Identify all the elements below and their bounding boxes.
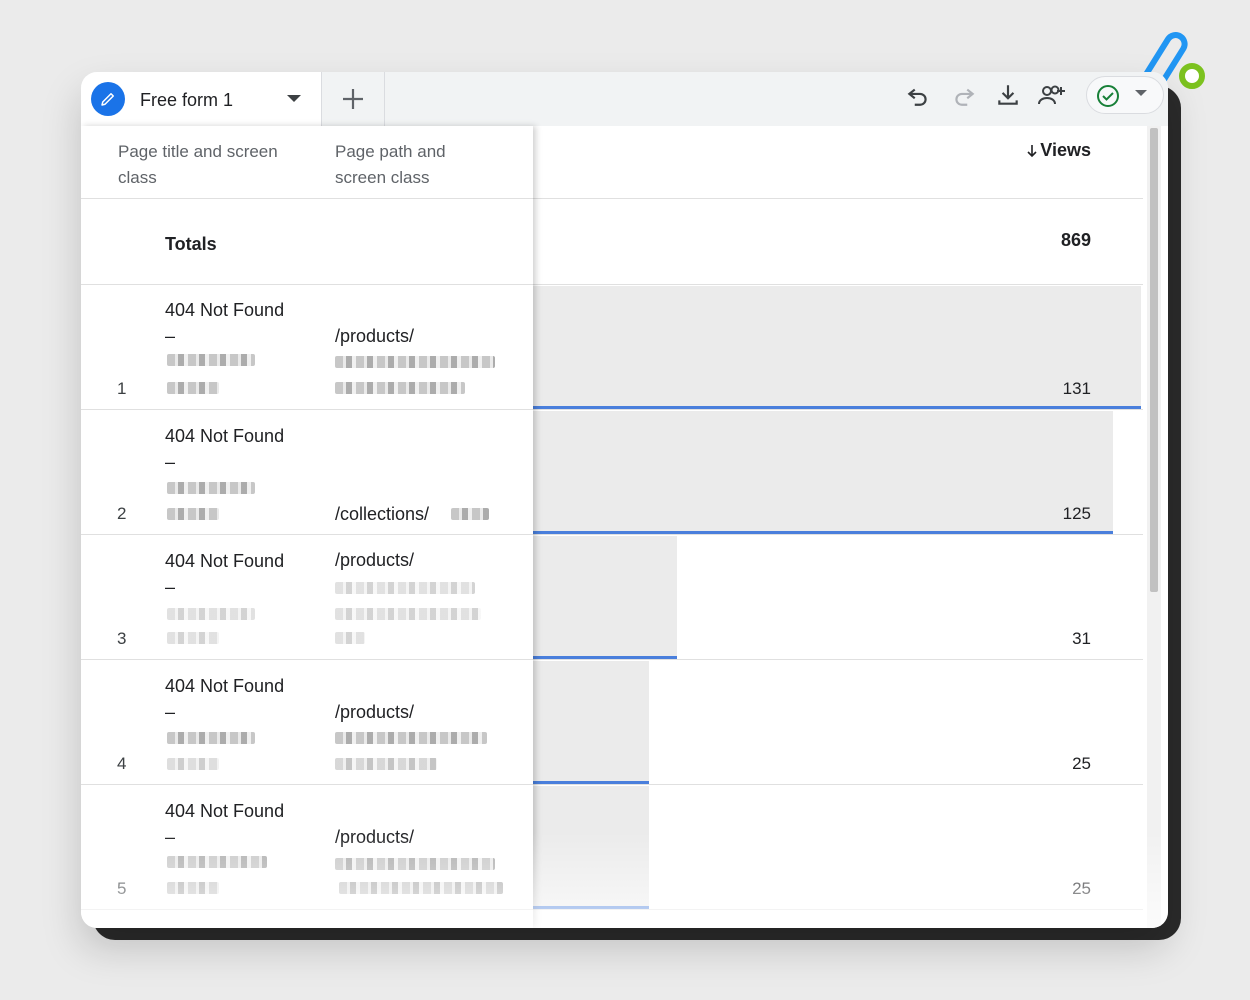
row-index: 3 xyxy=(117,629,127,648)
row-title-dash: – xyxy=(165,577,176,597)
divider xyxy=(533,534,1143,535)
metric-column: Views 869 131 125 31 25 25 xyxy=(533,126,1143,928)
redacted-text xyxy=(335,356,495,368)
row-views-value: 125 xyxy=(1062,504,1091,523)
arrow-down-icon xyxy=(1027,144,1037,157)
redacted-text xyxy=(335,858,495,870)
scroll-thumb[interactable] xyxy=(1150,128,1158,592)
chevron-down-icon[interactable] xyxy=(287,95,301,102)
tab-free-form-1[interactable]: Free form 1 xyxy=(81,72,321,126)
row-title-dash: – xyxy=(165,452,176,472)
redacted-text xyxy=(335,382,465,394)
redacted-text xyxy=(335,732,487,744)
redacted-text xyxy=(335,632,365,644)
save-status-button[interactable] xyxy=(1086,76,1164,114)
redacted-text xyxy=(167,608,255,620)
column-header-views[interactable]: Views xyxy=(1026,140,1091,161)
views-bar-fill xyxy=(533,411,1113,532)
row-title-dash: – xyxy=(165,326,176,346)
redacted-text xyxy=(335,582,475,594)
row-index: 4 xyxy=(117,754,127,773)
divider xyxy=(533,284,1143,285)
dimension-columns: Page title and screen class Page path an… xyxy=(81,126,533,928)
divider xyxy=(81,659,533,660)
row-path[interactable]: /products/ xyxy=(335,550,414,571)
redacted-text xyxy=(167,882,219,894)
divider xyxy=(81,198,533,199)
redacted-text xyxy=(167,856,267,868)
chevron-down-icon[interactable] xyxy=(1135,90,1147,96)
download-icon[interactable] xyxy=(993,80,1023,110)
redacted-text xyxy=(339,882,503,894)
divider xyxy=(533,659,1143,660)
views-bar-fill xyxy=(533,286,1141,407)
divider xyxy=(81,784,533,785)
redacted-text xyxy=(167,354,255,366)
column-header-page-title[interactable]: Page title and screen class xyxy=(118,139,308,191)
divider xyxy=(81,534,533,535)
row-path[interactable]: /products/ xyxy=(335,827,414,848)
views-bar-fill xyxy=(533,536,677,657)
redacted-text xyxy=(335,758,437,770)
check-circle-icon xyxy=(1097,85,1119,107)
row-title-dash: – xyxy=(165,702,176,722)
row-views-value: 25 xyxy=(1072,754,1091,773)
tab-bar: Free form 1 xyxy=(81,72,1168,126)
pencil-icon[interactable] xyxy=(91,82,125,116)
redacted-text xyxy=(335,608,481,620)
row-title: 404 Not Found xyxy=(165,551,285,571)
divider xyxy=(81,284,533,285)
redacted-text xyxy=(167,632,219,644)
vertical-scrollbar[interactable] xyxy=(1147,126,1161,928)
totals-value: 869 xyxy=(1060,230,1091,250)
explorer-card: Free form 1 Page title and screen class … xyxy=(81,72,1168,928)
row-title: 404 Not Found xyxy=(165,801,285,821)
row-views-value: 31 xyxy=(1072,629,1091,648)
share-icon[interactable] xyxy=(1037,80,1067,110)
row-index: 2 xyxy=(117,504,127,523)
row-title-dash: – xyxy=(165,827,176,847)
divider xyxy=(81,409,533,410)
redacted-text xyxy=(167,758,219,770)
divider xyxy=(81,909,533,910)
column-header-page-path[interactable]: Page path and screen class xyxy=(335,139,495,191)
row-title: 404 Not Found xyxy=(165,676,285,696)
divider xyxy=(533,198,1143,199)
divider xyxy=(533,909,1143,910)
plus-icon xyxy=(343,89,363,109)
divider xyxy=(533,409,1143,410)
redacted-text xyxy=(167,732,255,744)
row-index: 5 xyxy=(117,879,127,898)
row-path[interactable]: /collections/ xyxy=(335,504,429,525)
add-tab-button[interactable] xyxy=(321,72,385,126)
row-title: 404 Not Found xyxy=(165,426,285,446)
row-title: 404 Not Found xyxy=(165,300,285,320)
redacted-text xyxy=(167,482,255,494)
redacted-text xyxy=(167,382,219,394)
views-header-label: Views xyxy=(1040,140,1091,160)
redo-icon[interactable] xyxy=(949,80,979,110)
views-bar-fill xyxy=(533,661,649,782)
row-index: 1 xyxy=(117,379,127,398)
divider xyxy=(533,784,1143,785)
totals-label: Totals xyxy=(165,234,217,254)
views-bar-fill xyxy=(533,786,649,907)
row-path[interactable]: /products/ xyxy=(335,702,414,723)
row-path[interactable]: /products/ xyxy=(335,326,414,347)
undo-icon[interactable] xyxy=(903,80,933,110)
redacted-text xyxy=(167,508,219,520)
row-views-value: 131 xyxy=(1062,379,1091,398)
tab-label: Free form 1 xyxy=(140,90,234,110)
redacted-text xyxy=(451,508,489,520)
row-views-value: 25 xyxy=(1072,879,1091,898)
